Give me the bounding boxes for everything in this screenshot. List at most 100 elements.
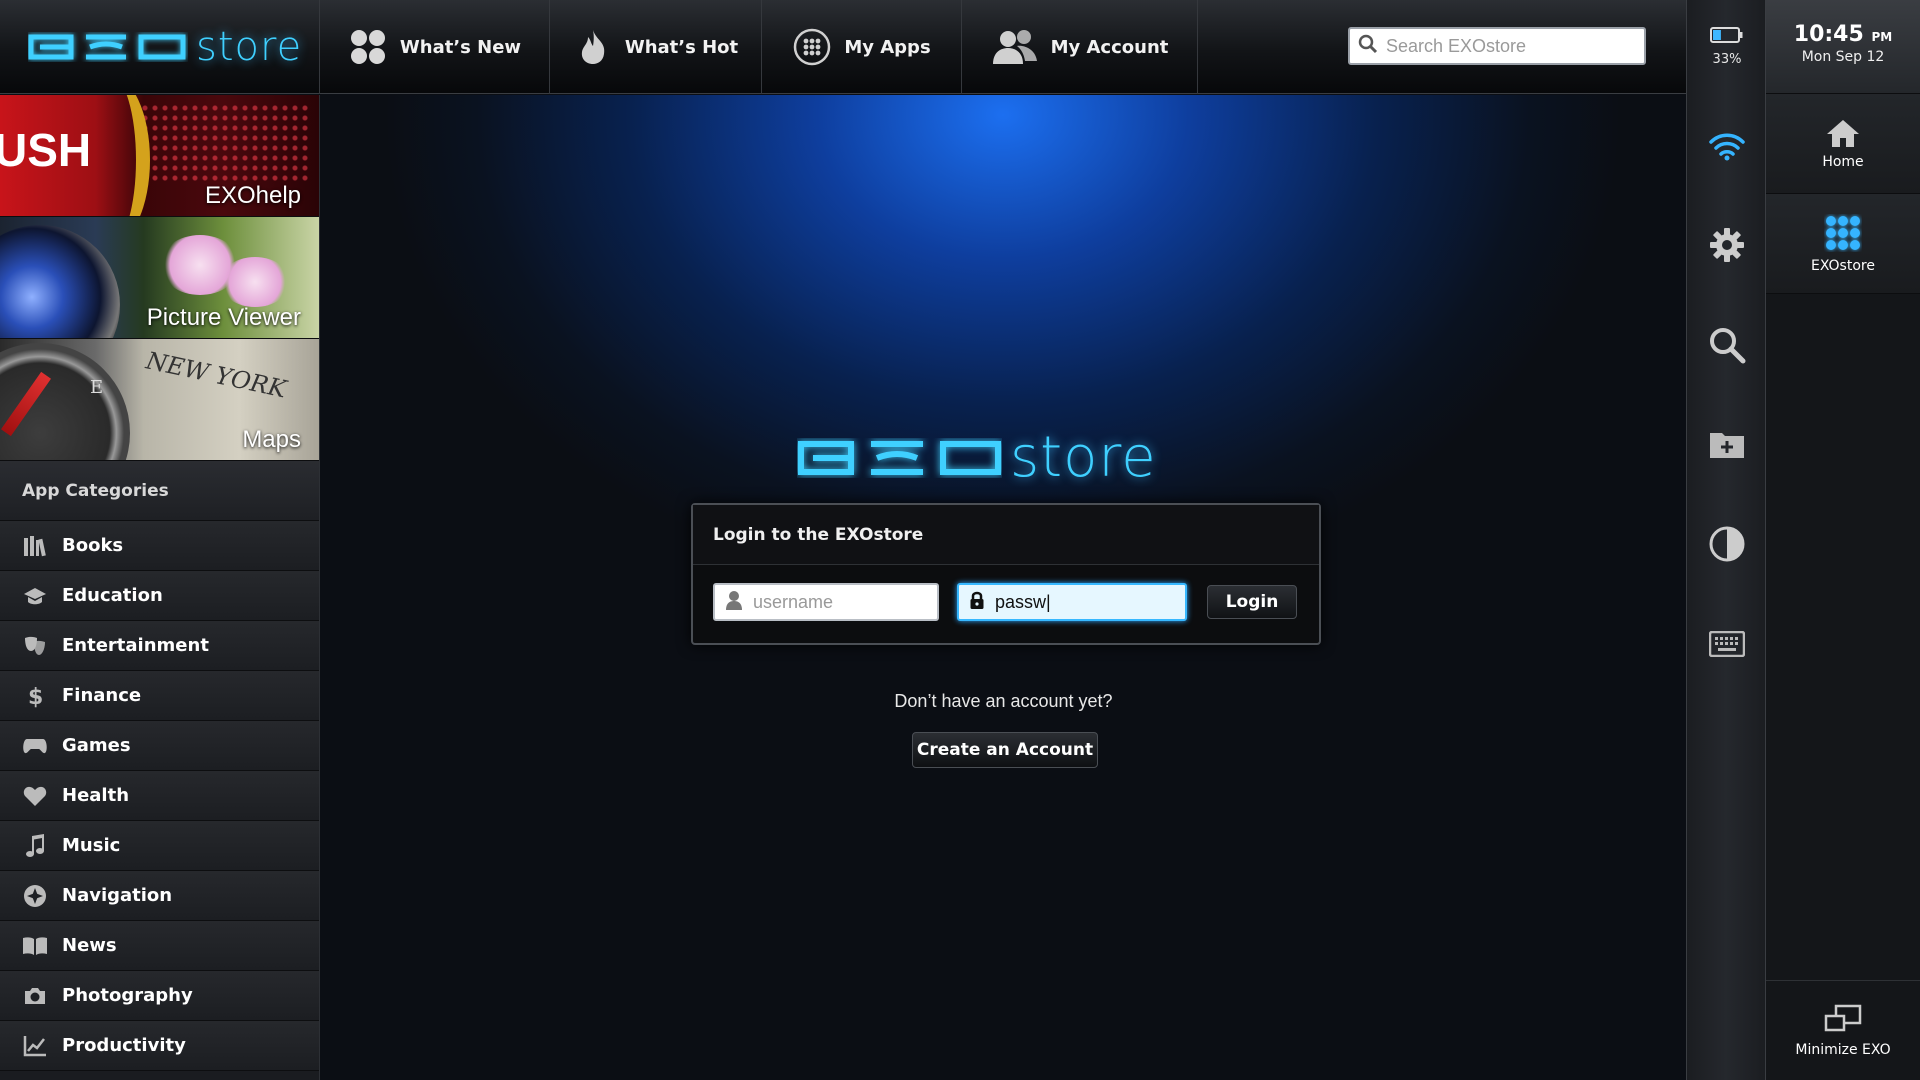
featured-app-label: EXOhelp <box>204 182 301 209</box>
exostore-logo[interactable]: store <box>0 0 320 94</box>
clock-date: Mon Sep 12 <box>1801 49 1885 65</box>
dock-home[interactable]: Home <box>1766 94 1920 194</box>
category-books[interactable]: Books <box>0 521 319 571</box>
users-icon <box>991 27 1039 67</box>
feature-art <box>70 95 150 216</box>
no-account-text: Don’t have an account yet? <box>894 691 1113 711</box>
exo-letters-icon <box>798 440 1001 475</box>
category-label: News <box>62 935 117 956</box>
dock-home-label: Home <box>1822 153 1864 170</box>
wifi-button[interactable] <box>1687 116 1767 176</box>
four-dots-icon <box>348 27 388 67</box>
folder-add-icon <box>1710 433 1744 458</box>
username-field[interactable] <box>713 583 939 621</box>
system-rail: 33% <box>1686 0 1766 1080</box>
battery-indicator: 33% <box>1687 26 1767 67</box>
minimize-label: Minimize EXO <box>1795 1041 1891 1058</box>
search-field[interactable] <box>1348 27 1646 65</box>
categories-header: App Categories <box>0 461 319 521</box>
dock-exostore-label: EXOstore <box>1811 257 1875 274</box>
search-icon <box>1358 34 1378 58</box>
battery-percent: 33% <box>1712 52 1742 67</box>
apps-grid-icon <box>792 27 832 67</box>
featured-app-maps[interactable]: E NEW YORK Maps <box>0 339 319 461</box>
category-photography[interactable]: Photography <box>0 971 319 1021</box>
dock-exostore[interactable]: EXOstore <box>1766 194 1920 294</box>
search-input[interactable] <box>1386 35 1626 57</box>
category-finance[interactable]: $ Finance <box>0 671 319 721</box>
top-bar: store What’s New What’s Hot My Apps My A… <box>0 0 1686 94</box>
clock: 10:45 PM Mon Sep 12 <box>1766 0 1920 94</box>
featured-app-picture-viewer[interactable]: Picture Viewer <box>0 217 319 339</box>
gear-icon <box>1710 228 1744 262</box>
tab-whats-new[interactable]: What’s New <box>320 0 550 94</box>
category-productivity[interactable]: Productivity <box>0 1021 319 1071</box>
settings-button[interactable] <box>1687 215 1767 275</box>
featured-app-exohelp[interactable]: USH EXOhelp <box>0 95 319 217</box>
logo-store-text: store <box>1010 425 1157 490</box>
add-folder-button[interactable] <box>1687 414 1767 474</box>
dollar-icon: $ <box>22 683 48 709</box>
featured-app-label: Maps <box>242 426 301 453</box>
minimize-exo-button[interactable]: Minimize EXO <box>1766 980 1920 1080</box>
open-book-icon <box>22 933 48 959</box>
feature-art <box>140 103 310 183</box>
username-input[interactable] <box>753 591 923 613</box>
keyboard-icon <box>1709 631 1745 657</box>
clock-ampm: PM <box>1871 30 1893 44</box>
flower-art <box>220 257 290 307</box>
clock-time-row: 10:45 PM <box>1766 22 1920 47</box>
search-button[interactable] <box>1687 315 1767 375</box>
category-label: Games <box>62 735 131 756</box>
category-label: Books <box>62 535 124 556</box>
compass-icon <box>22 883 48 909</box>
password-input[interactable] <box>995 591 1165 613</box>
featured-app-label: Picture Viewer <box>146 304 301 331</box>
user-icon <box>725 590 743 614</box>
home-icon <box>1827 119 1859 147</box>
login-button[interactable]: Login <box>1207 585 1297 619</box>
tab-label: What’s Hot <box>624 36 739 58</box>
password-field[interactable] <box>957 583 1187 621</box>
keyboard-button[interactable] <box>1687 614 1767 674</box>
graduation-cap-icon <box>22 583 48 609</box>
category-entertainment[interactable]: Entertainment <box>0 621 319 671</box>
category-label: Health <box>62 785 130 806</box>
theater-masks-icon <box>22 633 48 659</box>
create-account-button[interactable]: Create an Account <box>912 732 1098 768</box>
category-health[interactable]: Health <box>0 771 319 821</box>
category-news[interactable]: News <box>0 921 319 971</box>
clock-time: 10:45 <box>1793 22 1864 47</box>
category-games[interactable]: Games <box>0 721 319 771</box>
camera-icon <box>22 983 48 1009</box>
books-icon <box>22 533 48 559</box>
login-title: Login to the EXOstore <box>693 505 1319 565</box>
battery-icon <box>1710 27 1743 43</box>
category-education[interactable]: Education <box>0 571 319 621</box>
category-label: Finance <box>62 685 142 706</box>
login-panel: Login to the EXOstore Login <box>691 503 1321 645</box>
category-label: Education <box>62 585 163 606</box>
exo-logo-mark: store <box>28 24 302 70</box>
logo-store-text: store <box>196 24 303 70</box>
music-note-icon <box>22 833 48 859</box>
chart-line-icon <box>22 1033 48 1059</box>
gamepad-icon <box>22 733 48 759</box>
tab-label: My Apps <box>844 36 931 58</box>
category-label: Photography <box>62 985 193 1006</box>
svg-text:$: $ <box>28 685 43 709</box>
tab-my-apps[interactable]: My Apps <box>762 0 962 94</box>
search-icon <box>1710 328 1746 364</box>
heart-icon <box>22 783 48 809</box>
category-music[interactable]: Music <box>0 821 319 871</box>
category-navigation[interactable]: Navigation <box>0 871 319 921</box>
left-sidebar: USH EXOhelp Picture Viewer E NEW YORK Ma… <box>0 95 320 1080</box>
minimize-windows-icon <box>1824 1004 1862 1031</box>
exo-logo-mark: store <box>797 425 1157 490</box>
contrast-button[interactable] <box>1687 514 1767 574</box>
tab-whats-hot[interactable]: What’s Hot <box>550 0 762 94</box>
main-content: store Login to the EXOstore Login Don’t … <box>321 95 1686 1080</box>
tab-my-account[interactable]: My Account <box>962 0 1198 94</box>
compass-letter: E <box>90 377 104 398</box>
wifi-icon <box>1709 133 1745 161</box>
